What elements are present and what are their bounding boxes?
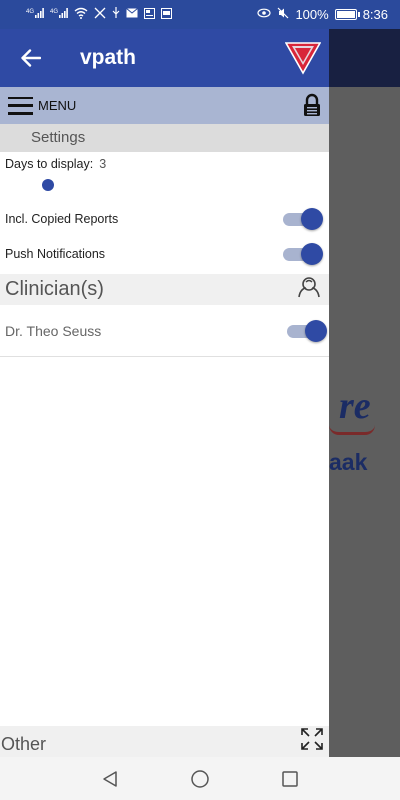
signal-icon: 4G [26,7,44,22]
menu-label[interactable]: MENU [38,98,76,113]
clinicians-title: Clinician(s) [5,278,104,300]
hamburger-menu-icon[interactable] [8,96,33,115]
menu-bar: MENU [0,87,329,124]
wifi-icon [74,7,88,22]
background-app-bar [329,29,400,87]
clinician-row: Dr. Theo Seuss [0,305,329,357]
mute-icon [277,7,289,22]
eye-icon [257,8,272,21]
gallery-icon [161,7,172,22]
battery-icon [334,9,360,20]
battery-percent: 100% [295,7,329,22]
clinician-name: Dr. Theo Seuss [5,322,102,339]
nav-home-icon[interactable] [188,767,212,791]
status-left: 4G 4G [26,7,172,22]
days-to-display-row: Days to display: 3 [0,152,329,175]
copied-reports-toggle[interactable] [283,207,323,230]
system-nav-bar [0,757,400,800]
copied-reports-row: Incl. Copied Reports [0,201,329,236]
days-to-display-label: Days to display: [5,156,94,171]
days-slider[interactable] [0,175,329,201]
user-search-icon[interactable] [297,276,321,303]
navigation-drawer: vpath MENU Settings Days to display: 3 I… [0,29,329,757]
clinicians-header: Clinician(s) [0,274,329,305]
app-title: vpath [80,46,137,69]
push-notifications-row: Push Notifications [0,236,329,271]
push-notifications-toggle[interactable] [283,242,323,265]
status-bar: 4G 4G 100% 8:36 [0,0,400,29]
lock-icon[interactable] [303,93,321,122]
background-logo-fragment: re [339,385,371,427]
back-button[interactable] [0,29,62,87]
clock: 8:36 [362,7,388,22]
network-1-label: 4G [26,9,34,15]
clinician-toggle[interactable] [287,319,327,342]
other-label[interactable]: Other [1,734,46,755]
status-right: 100% 8:36 [257,7,388,22]
battery-fill [336,11,355,18]
background-swoosh [329,425,375,435]
other-bar: Other [0,726,329,757]
signal-icon: 4G [50,7,68,22]
nav-back-icon[interactable] [98,767,122,791]
svg-text:4G: 4G [50,9,58,15]
days-slider-thumb[interactable] [42,179,54,191]
push-notifications-label: Push Notifications [5,246,106,261]
expand-icon[interactable] [301,728,323,755]
background-logo-text: aak [329,449,368,475]
usb-icon [112,7,120,22]
arrow-left-icon [21,49,41,67]
nav-recents-icon[interactable] [278,767,302,791]
news-icon [144,7,155,22]
muted-alarm-icon [94,7,106,22]
copied-reports-label: Incl. Copied Reports [5,211,119,226]
app-bar: vpath [0,29,329,87]
vpath-logo-icon [284,41,322,80]
background-app[interactable]: re aak [329,29,400,757]
mail-icon [126,8,138,21]
settings-header: Settings [0,124,329,152]
days-to-display-value: 3 [99,156,107,171]
